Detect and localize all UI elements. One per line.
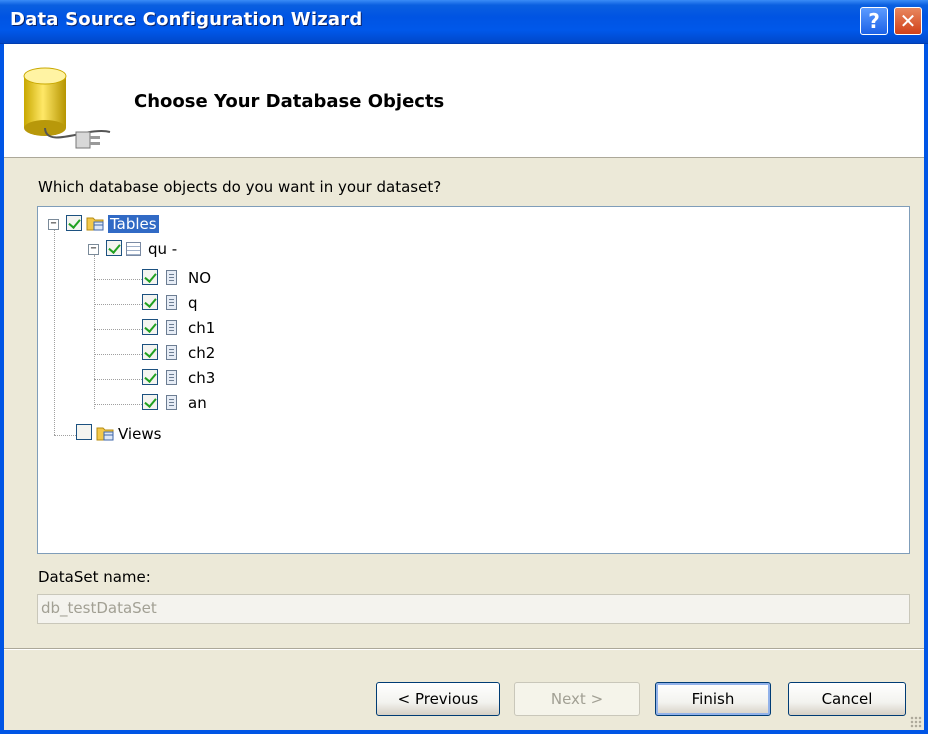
column-checkbox[interactable] [142,344,158,360]
tree-connector [94,279,142,280]
title-bar[interactable]: Data Source Configuration Wizard ? ✕ [0,0,928,44]
tree-connector [94,304,142,305]
close-icon: ✕ [899,9,917,33]
tree-node-table[interactable]: qu - [146,240,179,258]
tree-connector [94,329,142,330]
finish-button[interactable]: Finish [655,682,771,716]
help-button[interactable]: ? [860,7,888,35]
previous-button[interactable]: < Previous [376,682,500,716]
table-checkbox[interactable] [106,240,122,256]
button-separator [4,648,924,650]
tree-node-views[interactable]: Views [116,425,163,443]
views-checkbox[interactable] [76,424,92,440]
tree-connector [94,404,142,405]
column-icon [166,270,177,285]
tables-folder-icon [86,217,104,231]
column-icon [166,295,177,310]
column-icon [166,395,177,410]
table-collapse-toggle[interactable]: − [88,244,99,255]
dataset-name-field: db_testDataSet [37,594,910,624]
tree-node-column[interactable]: ch3 [186,369,217,387]
column-checkbox[interactable] [142,369,158,385]
cancel-button[interactable]: Cancel [788,682,906,716]
database-objects-tree[interactable]: − Tables − qu - NO q ch1 ch2 ch3 an View… [37,206,910,554]
column-checkbox[interactable] [142,319,158,335]
tree-connector [94,354,142,355]
objects-prompt: Which database objects do you want in yo… [38,178,442,196]
close-button[interactable]: ✕ [894,7,922,35]
column-checkbox[interactable] [142,394,158,410]
tree-connector [94,379,142,380]
page-title: Choose Your Database Objects [134,91,445,112]
column-checkbox[interactable] [142,294,158,310]
column-checkbox[interactable] [142,269,158,285]
tree-connector [54,230,55,435]
next-button: Next > [514,682,640,716]
window-title: Data Source Configuration Wizard [10,9,363,30]
tree-node-column[interactable]: an [186,394,209,412]
column-icon [166,345,177,360]
tree-node-tables[interactable]: Tables [108,215,159,233]
database-icon [23,67,111,149]
tables-collapse-toggle[interactable]: − [48,219,59,230]
column-icon [166,370,177,385]
column-icon [166,320,177,335]
views-folder-icon [96,427,114,441]
tree-node-column[interactable]: ch2 [186,344,217,362]
help-icon: ? [868,9,880,33]
dataset-name-label: DataSet name: [38,568,151,586]
resize-grip[interactable] [910,716,922,728]
tree-node-column[interactable]: NO [186,269,213,287]
wizard-header: Choose Your Database Objects [4,44,924,158]
tables-checkbox[interactable] [66,215,82,231]
tree-node-column[interactable]: ch1 [186,319,217,337]
tree-node-column[interactable]: q [186,294,200,312]
table-icon [126,242,141,256]
tree-connector [54,435,76,436]
